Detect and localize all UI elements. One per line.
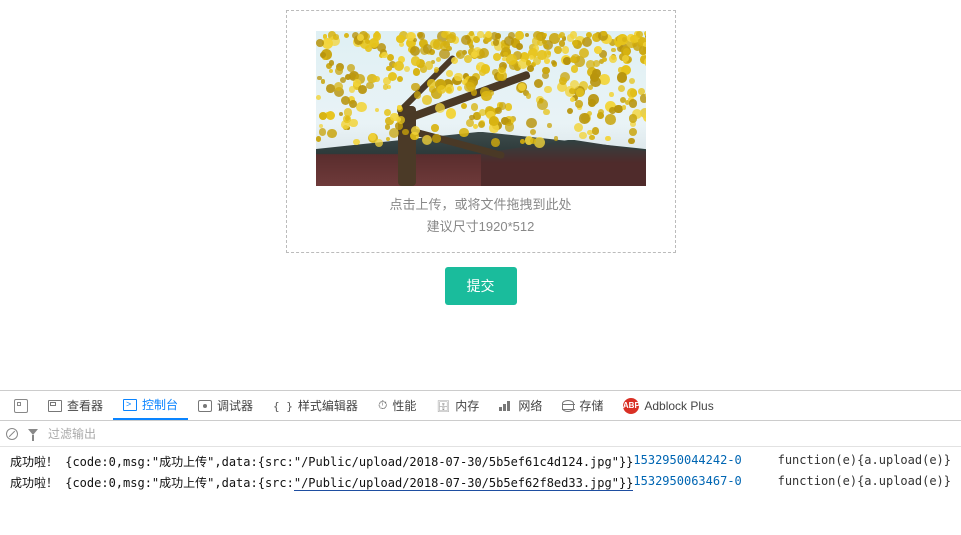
- submit-button[interactable]: 提交: [445, 267, 517, 305]
- console-log-message: 成功啦！ {code:0,msg:"成功上传",data:{src:"/Publ…: [10, 453, 633, 470]
- devtools-panel: 查看器 控制台 调试器 样式编辑器 性能 内存 网络 存储: [0, 390, 961, 513]
- upload-hint-line1: 点击上传，或将文件拖拽到此处: [297, 194, 665, 216]
- tab-performance[interactable]: 性能: [368, 391, 426, 420]
- console-output: 成功啦！ {code:0,msg:"成功上传",data:{src:"/Publ…: [0, 447, 961, 513]
- storage-icon: [562, 400, 574, 412]
- tab-adblock-plus[interactable]: ABP Adblock Plus: [613, 391, 723, 420]
- console-log-row: 成功啦！ {code:0,msg:"成功上传",data:{src:"/Publ…: [10, 451, 951, 472]
- debugger-icon: [198, 400, 212, 412]
- upload-hint-line2: 建议尺寸1920*512: [297, 216, 665, 238]
- memory-icon: [436, 399, 450, 413]
- performance-icon: [378, 398, 387, 413]
- filter-input-placeholder[interactable]: 过滤输出: [48, 425, 96, 442]
- tab-memory-label: 内存: [455, 397, 479, 414]
- tab-console-label: 控制台: [142, 396, 178, 413]
- upload-dropzone[interactable]: 点击上传，或将文件拖拽到此处 建议尺寸1920*512: [286, 10, 676, 253]
- console-log-message: 成功啦！ {code:0,msg:"成功上传",data:{src:"/Publ…: [10, 474, 633, 491]
- upload-preview-image: [316, 31, 646, 186]
- console-log-time: 1532950063467-0: [633, 474, 777, 491]
- pick-element-icon: [14, 399, 28, 413]
- console-icon: [123, 399, 137, 411]
- tab-storage-label: 存储: [579, 397, 603, 414]
- clear-console-button[interactable]: [6, 428, 18, 440]
- tab-adblock-label: Adblock Plus: [644, 399, 713, 413]
- adblock-icon: ABP: [623, 398, 639, 414]
- upload-widget: 点击上传，或将文件拖拽到此处 建议尺寸1920*512 提交: [286, 10, 676, 305]
- tab-memory[interactable]: 内存: [426, 391, 489, 420]
- console-log-time: 1532950044242-0: [633, 453, 777, 470]
- tab-inspector[interactable]: 查看器: [38, 391, 113, 420]
- tab-performance-label: 性能: [392, 397, 416, 414]
- devtools-pick-element-button[interactable]: [4, 391, 38, 420]
- console-toolbar: 过滤输出: [0, 421, 961, 447]
- inspector-icon: [48, 400, 62, 412]
- tab-network-label: 网络: [518, 397, 542, 414]
- devtools-tabbar: 查看器 控制台 调试器 样式编辑器 性能 内存 网络 存储: [0, 391, 961, 421]
- tab-inspector-label: 查看器: [67, 397, 103, 414]
- tab-storage[interactable]: 存储: [552, 391, 613, 420]
- console-log-row: 成功啦！ {code:0,msg:"成功上传",data:{src:"/Publ…: [10, 472, 951, 493]
- console-log-function: function(e){a.upload(e)}: [778, 453, 951, 470]
- style-icon: [273, 399, 293, 413]
- filter-icon[interactable]: [28, 429, 38, 439]
- tab-console[interactable]: 控制台: [113, 391, 188, 420]
- tab-style-label: 样式编辑器: [298, 397, 358, 414]
- tab-network[interactable]: 网络: [489, 391, 552, 420]
- network-icon: [499, 401, 513, 411]
- tab-debugger[interactable]: 调试器: [188, 391, 263, 420]
- page-content: 点击上传，或将文件拖拽到此处 建议尺寸1920*512 提交: [0, 0, 961, 360]
- tab-debugger-label: 调试器: [217, 397, 253, 414]
- tab-style-editor[interactable]: 样式编辑器: [263, 391, 368, 420]
- console-log-function: function(e){a.upload(e)}: [778, 474, 951, 491]
